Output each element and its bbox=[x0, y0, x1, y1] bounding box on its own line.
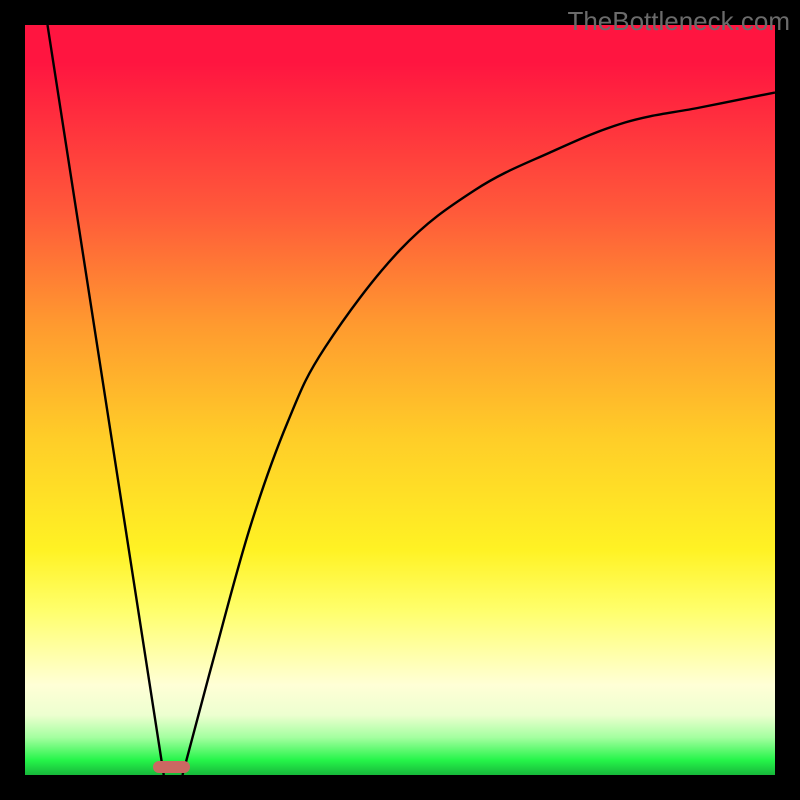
curve-path bbox=[48, 25, 776, 775]
plot-area bbox=[25, 25, 775, 775]
optimal-range-marker bbox=[153, 761, 191, 773]
watermark-text: TheBottleneck.com bbox=[567, 6, 790, 37]
chart-frame: TheBottleneck.com bbox=[0, 0, 800, 800]
bottleneck-curve bbox=[25, 25, 775, 775]
